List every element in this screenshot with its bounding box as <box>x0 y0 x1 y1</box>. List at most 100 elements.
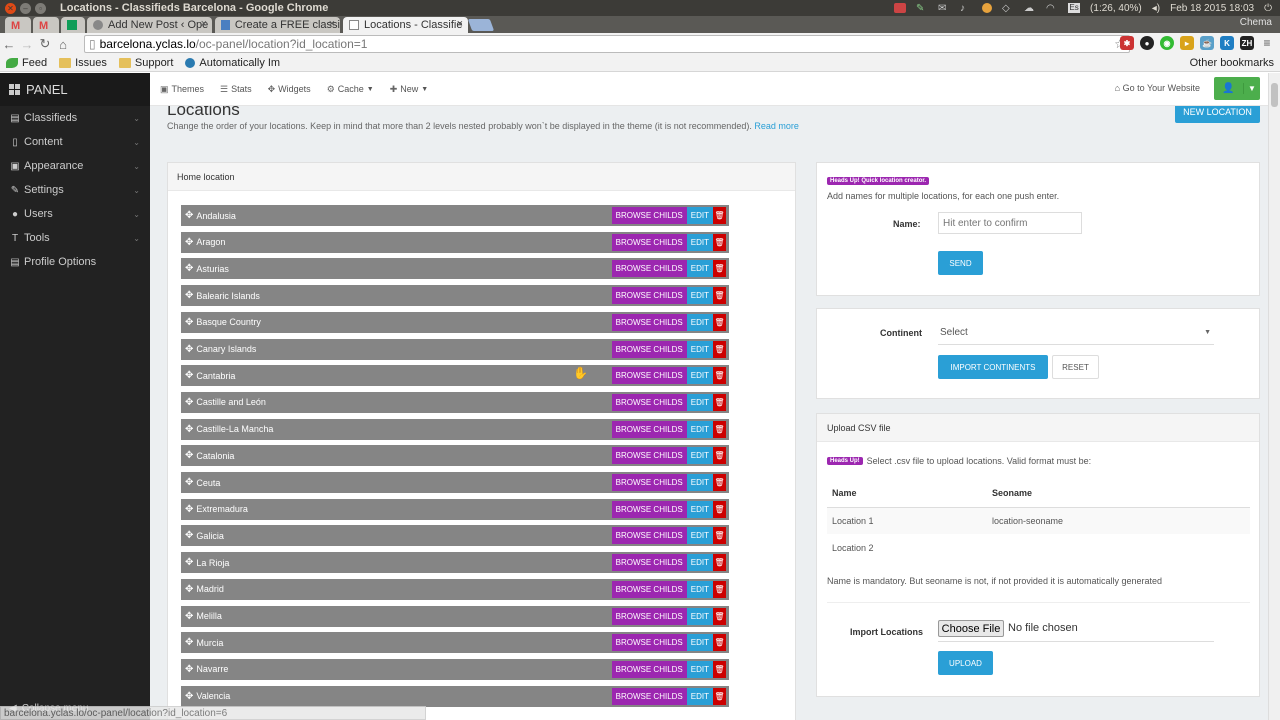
window-minimize-icon[interactable]: – <box>20 2 31 14</box>
page-scrollbar[interactable] <box>1268 73 1280 720</box>
trash-icon[interactable]: 🗑 <box>713 660 726 678</box>
sidebar-item-content[interactable]: ▯ Content ⌄ <box>0 130 150 154</box>
move-handle-icon[interactable]: ✥ <box>185 611 193 622</box>
browse-childs-button[interactable]: BROWSE CHILDS <box>611 287 687 305</box>
browse-childs-button[interactable]: BROWSE CHILDS <box>611 447 687 465</box>
edit-button[interactable]: EDIT <box>686 367 713 385</box>
location-row[interactable]: ✥ Melilla BROWSE CHILDS EDIT 🗑 <box>181 605 729 627</box>
move-handle-icon[interactable]: ✥ <box>185 504 193 515</box>
chrome-menu-icon[interactable]: ≡ <box>1260 36 1274 50</box>
panel-brand[interactable]: PANEL <box>0 73 150 106</box>
location-row[interactable]: ✥ Castille-La Mancha BROWSE CHILDS EDIT 🗑 <box>181 418 729 440</box>
move-handle-icon[interactable]: ✥ <box>185 370 193 381</box>
trash-icon[interactable]: 🗑 <box>713 313 726 331</box>
choose-file-button[interactable]: Choose File <box>938 620 1004 637</box>
keyboard-layout-icon[interactable]: Es <box>1068 3 1081 13</box>
edit-button[interactable]: EDIT <box>686 500 713 518</box>
trash-icon[interactable]: 🗑 <box>713 233 726 251</box>
move-handle-icon[interactable]: ✥ <box>185 210 193 221</box>
ext-pocket-icon[interactable]: ☕ <box>1200 36 1214 50</box>
nav-widgets[interactable]: ✥ Widgets <box>268 84 311 95</box>
location-row[interactable]: ✥ Balearic Islands BROWSE CHILDS EDIT 🗑 <box>181 285 729 307</box>
tab-close-icon[interactable]: × <box>201 18 207 30</box>
tab-locations[interactable]: Locations - Classifie × <box>343 17 468 33</box>
nav-stats[interactable]: ☰ Stats <box>220 84 252 95</box>
new-location-button[interactable]: NEW LOCATION <box>1175 106 1260 123</box>
tab-close-icon[interactable]: × <box>457 18 463 30</box>
move-handle-icon[interactable]: ✥ <box>185 290 193 301</box>
move-handle-icon[interactable]: ✥ <box>185 424 193 435</box>
trash-icon[interactable]: 🗑 <box>713 207 726 224</box>
tab-create-free[interactable]: Create a FREE classi × <box>215 17 340 33</box>
sidebar-item-users[interactable]: ● Users ⌄ <box>0 202 150 226</box>
tab-gmail-1[interactable]: M <box>5 17 31 33</box>
location-row[interactable]: ✥ Navarre BROWSE CHILDS EDIT 🗑 <box>181 658 729 680</box>
edit-button[interactable]: EDIT <box>686 447 713 465</box>
location-row[interactable]: ✥ Valencia BROWSE CHILDS EDIT 🗑 <box>181 685 729 707</box>
browse-childs-button[interactable]: BROWSE CHILDS <box>611 340 687 358</box>
move-handle-icon[interactable]: ✥ <box>185 450 193 461</box>
location-row[interactable]: ✥ Asturias BROWSE CHILDS EDIT 🗑 <box>181 258 729 280</box>
browse-childs-button[interactable]: BROWSE CHILDS <box>611 367 687 385</box>
trash-icon[interactable]: 🗑 <box>713 340 726 358</box>
tab-sheets[interactable] <box>61 17 85 33</box>
continent-select[interactable]: Select ▼ <box>938 321 1214 345</box>
send-button[interactable]: SEND <box>938 251 983 275</box>
trash-icon[interactable]: 🗑 <box>713 474 726 491</box>
dropbox-icon[interactable]: ◇ <box>1002 3 1014 14</box>
reload-icon[interactable]: ↻ <box>36 36 54 52</box>
trash-icon[interactable]: 🗑 <box>713 287 726 305</box>
browse-childs-button[interactable]: BROWSE CHILDS <box>611 527 687 545</box>
trash-icon[interactable]: 🗑 <box>713 260 726 278</box>
browse-childs-button[interactable]: BROWSE CHILDS <box>611 607 687 625</box>
trash-icon[interactable]: 🗑 <box>713 634 726 652</box>
browse-childs-button[interactable]: BROWSE CHILDS <box>611 500 687 518</box>
location-row[interactable]: ✥ Basque Country BROWSE CHILDS EDIT 🗑 <box>181 311 729 333</box>
trash-icon[interactable]: 🗑 <box>713 367 726 385</box>
bell-icon[interactable]: ♪ <box>960 3 972 14</box>
edit-button[interactable]: EDIT <box>686 660 713 678</box>
move-handle-icon[interactable]: ✥ <box>185 637 193 648</box>
ext-adblock-icon[interactable]: ✱ <box>1120 36 1134 50</box>
sidebar-item-settings[interactable]: ✎ Settings ⌄ <box>0 178 150 202</box>
edit-button[interactable]: EDIT <box>686 554 713 572</box>
ext-yellow-icon[interactable]: ▸ <box>1180 36 1194 50</box>
pencil-icon[interactable]: ✎ <box>916 3 928 14</box>
move-handle-icon[interactable]: ✥ <box>185 557 193 568</box>
sidebar-item-appearance[interactable]: ▣ Appearance ⌄ <box>0 154 150 178</box>
browse-childs-button[interactable]: BROWSE CHILDS <box>611 474 687 491</box>
browse-childs-button[interactable]: BROWSE CHILDS <box>611 313 687 331</box>
edit-button[interactable]: EDIT <box>686 687 713 705</box>
location-row[interactable]: ✥ Castille and León BROWSE CHILDS EDIT 🗑 <box>181 391 729 413</box>
trash-icon[interactable]: 🗑 <box>713 420 726 438</box>
bookmark-automatically-import[interactable]: Automatically Im <box>185 57 280 69</box>
nav-cache[interactable]: ⚙ Cache ▼ <box>327 84 374 95</box>
trash-icon[interactable]: 🗑 <box>713 607 726 625</box>
tab-close-icon[interactable]: × <box>329 18 335 30</box>
move-handle-icon[interactable]: ✥ <box>185 530 193 541</box>
edit-button[interactable]: EDIT <box>686 420 713 438</box>
clock[interactable]: Feb 18 2015 18:03 <box>1170 3 1254 14</box>
mail-icon[interactable]: ✉ <box>938 3 950 14</box>
location-row[interactable]: ✥ Cantabria BROWSE CHILDS EDIT 🗑 <box>181 365 729 387</box>
location-row[interactable]: ✥ La Rioja BROWSE CHILDS EDIT 🗑 <box>181 552 729 574</box>
trash-icon[interactable]: 🗑 <box>713 580 726 598</box>
ext-zh-icon[interactable]: ZH <box>1240 36 1254 50</box>
other-bookmarks[interactable]: Other bookmarks <box>1186 57 1274 69</box>
move-handle-icon[interactable]: ✥ <box>185 397 193 408</box>
reset-button[interactable]: RESET <box>1052 355 1099 379</box>
location-row[interactable]: ✥ Catalonia BROWSE CHILDS EDIT 🗑 <box>181 445 729 467</box>
forward-icon[interactable]: → <box>18 37 36 52</box>
browse-childs-button[interactable]: BROWSE CHILDS <box>611 260 687 278</box>
browse-childs-button[interactable]: BROWSE CHILDS <box>611 420 687 438</box>
sidebar-item-classifieds[interactable]: ▤ Classifieds ⌄ <box>0 106 150 130</box>
edit-button[interactable]: EDIT <box>686 474 713 491</box>
location-row[interactable]: ✥ Canary Islands BROWSE CHILDS EDIT 🗑 <box>181 338 729 360</box>
chrome-icon[interactable] <box>982 3 993 13</box>
bookmark-feed[interactable]: Feed <box>6 57 47 69</box>
trash-icon[interactable]: 🗑 <box>713 687 726 705</box>
window-maximize-icon[interactable]: ▫ <box>35 2 46 14</box>
edit-button[interactable]: EDIT <box>686 233 713 251</box>
move-handle-icon[interactable]: ✥ <box>185 344 193 355</box>
trash-icon[interactable]: 🗑 <box>713 447 726 465</box>
